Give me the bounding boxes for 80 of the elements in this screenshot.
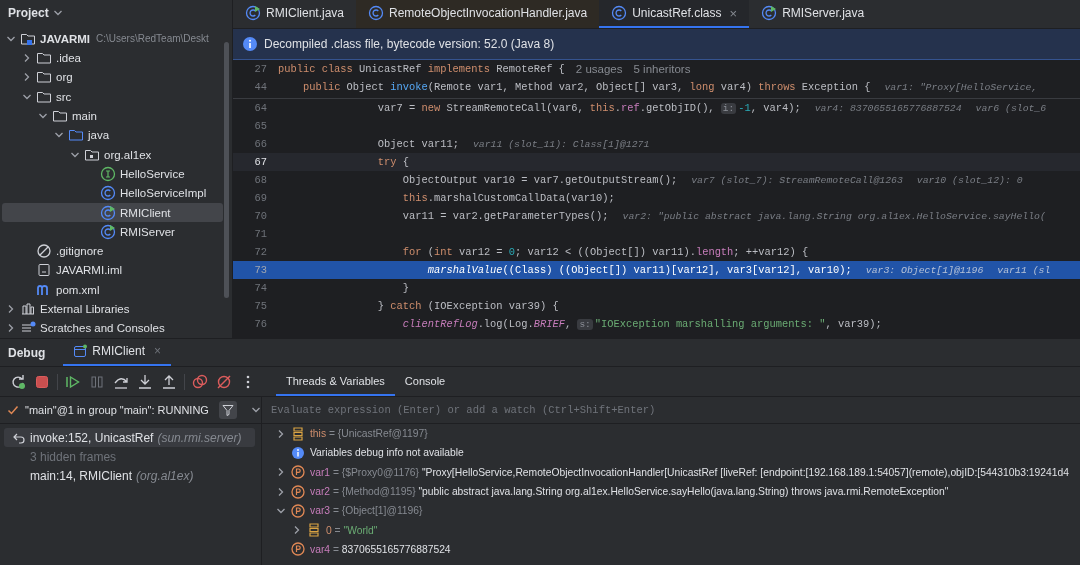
line-number: 68 [253, 174, 268, 186]
editor-tab[interactable]: UnicastRef.class × [599, 0, 750, 28]
tree-item[interactable]: src [2, 87, 223, 107]
tree-item[interactable]: External Libraries [2, 299, 223, 319]
variable-entry[interactable]: 0 = "World" [326, 524, 378, 536]
tree-item[interactable]: java [2, 125, 223, 146]
banner-message: Decompiled .class file, bytecode version: 52.0 (Java 8) [264, 37, 555, 51]
inline-value-hint: var11 (sl [997, 264, 1051, 276]
line-number: 44 [253, 81, 268, 93]
tree-item[interactable]: Scratches and Consoles [2, 318, 223, 338]
line-number: 66 [253, 138, 268, 150]
line-number: 73 [253, 264, 268, 276]
tree-item[interactable]: JAVARMI.iml [2, 260, 223, 281]
inline-value-hint: var1: "Proxy[HelloService, [884, 81, 1038, 93]
tree-item[interactable]: RMIClient [2, 202, 223, 223]
stack-frame[interactable]: main:14, RMIClient (org.al1ex) [4, 466, 255, 485]
panel-title[interactable]: Project [8, 5, 49, 20]
variable-entry[interactable]: var3 = {Object[1]@1196} [310, 505, 423, 517]
tree-item[interactable]: RMIServer [2, 222, 223, 242]
code-text: try { [377, 156, 410, 168]
code-text: this.marshalCustomCallData(var10); [402, 192, 615, 204]
line-number: 67 [253, 156, 268, 168]
code-text: for (int var12 = 0; var12 < ((Object[]) var11).length; ++var12) { [402, 246, 809, 258]
editor-tab[interactable]: RMIServer.java [749, 0, 877, 28]
inline-value-hint: var10 (slot_12): 0 [916, 174, 1023, 186]
inline-value-hint: var4: 8370655165776887524 [814, 102, 962, 114]
line-number: 76 [253, 318, 268, 330]
line-number: 74 [253, 282, 268, 294]
inline-value-hint: var7 (slot_7): StreamRemoteCall@1263 [691, 174, 903, 186]
code-text: } catch (IOException var39) { [377, 300, 559, 312]
inline-value-hint: var2: "public abstract java.lang.String org.al1ex.HelloService.sayHello( [622, 210, 1046, 222]
variable-entry[interactable]: var1 = {$Proxy0@1176} "Proxy[HelloService,RemoteObjectInvocationHandler[UnicastRef [liveRef: [endpoint:[192.168.189.1:54057](remote),objID:[544310b3:19241d4 [310, 466, 1069, 478]
code-text: Object var11; [377, 138, 459, 150]
panel-title: Debug [8, 345, 46, 360]
code-text: clientRefLog.log(Log.BRIEF, [402, 318, 573, 330]
line-number: 64 [253, 102, 268, 114]
tree-item[interactable]: main [2, 106, 223, 126]
code-text: "IOException marshalling arguments: ", var39); [594, 318, 882, 330]
code-text: public class UnicastRef implements RemoteRef { [278, 63, 565, 75]
close-icon[interactable]: × [729, 5, 738, 21]
line-number: 27 [253, 63, 268, 75]
line-number: 71 [253, 228, 268, 240]
tree-item[interactable]: HelloService [2, 164, 223, 184]
line-number: 69 [253, 192, 268, 204]
line-number: 70 [253, 210, 268, 222]
editor-tab[interactable]: RemoteObjectInvocationHandler.java [356, 0, 600, 28]
tree-item[interactable]: .gitignore [2, 241, 223, 261]
code-text: ObjectOutput var10 = var7.getOutputStream(); [402, 174, 678, 186]
code-text: public Object invoke(Remote var1, Method var2, Object[] var3, long var4) throws Exception { [302, 81, 871, 93]
stack-frame[interactable]: invoke:152, UnicastRef (sun.rmi.server) [4, 428, 255, 447]
tree-item[interactable]: HelloServiceImpl [2, 183, 223, 203]
tree-item[interactable]: pom.xml [2, 280, 223, 300]
evaluate-field[interactable]: Evaluate expression (Enter) or add a watch (Ctrl+Shift+Enter) [271, 404, 791, 416]
tree-item[interactable]: .idea [2, 48, 223, 68]
line-number: 72 [253, 246, 268, 258]
inline-value-hint: var6 (slot_6 [975, 102, 1047, 114]
code-text: marshalValue((Class) ((Object[]) var11)[var12], var3[var12], var10); [427, 264, 852, 276]
line-number: 65 [253, 120, 268, 132]
panel-tab[interactable]: Console [394, 367, 456, 396]
inline-value-hint: var3: Object[1]@1196 [865, 264, 984, 276]
variable-entry[interactable]: var4 = 8370655165776887524 [310, 543, 451, 555]
variable-entry[interactable]: this = {UnicastRef@1197} [310, 428, 428, 440]
code-text: var11 = var2.getParameterTypes(); [402, 210, 609, 222]
thread-selector[interactable]: "main"@1 in group "main": RUNNING [25, 404, 209, 416]
line-number: 75 [253, 300, 268, 312]
tree-item[interactable]: org [2, 67, 223, 88]
code-text: var7 = new StreamRemoteCall(var6, this.ref.getObjID(), [377, 102, 716, 114]
code-text: -1, var4); [738, 102, 801, 114]
usage-hint[interactable]: 5 inheritors [633, 63, 691, 75]
tree-item[interactable]: JAVARMI C:\Users\RedTeam\Deskt [2, 29, 223, 49]
inline-value-hint: var11 (slot_11): Class[1]@1271 [472, 138, 650, 150]
parameter-hint: i: [720, 102, 737, 114]
usage-hint[interactable]: 2 usages [575, 63, 623, 75]
variable-entry[interactable]: var2 = {Method@1195} "public abstract java.lang.String org.al1ex.HelloService.sayHello(java.lang.String) throws java.rmi.RemoteException" [310, 486, 949, 498]
code-text: } [402, 282, 410, 294]
info-message: Variables debug info not available [310, 447, 464, 459]
session-tab[interactable]: RMIClient × [63, 344, 172, 366]
parameter-hint: s: [577, 318, 593, 330]
tree-item[interactable]: org.al1ex [2, 145, 223, 165]
editor-tab[interactable]: RMIClient.java [233, 0, 357, 28]
